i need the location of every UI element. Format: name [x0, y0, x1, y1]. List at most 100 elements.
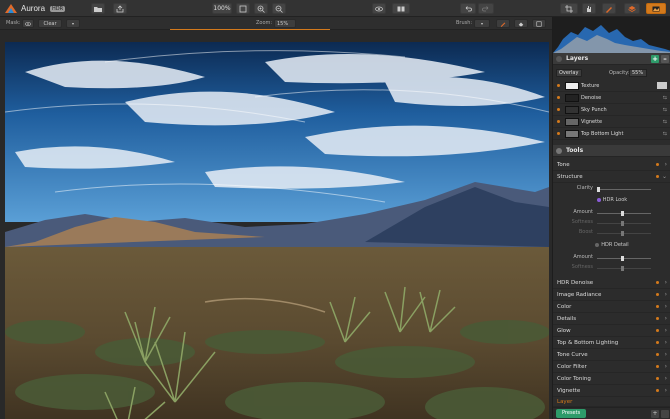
mask-options-dropdown[interactable]: ▾	[66, 19, 80, 28]
presets-button[interactable]: Presets	[556, 409, 587, 418]
detail-softness-slider[interactable]: Softness	[553, 264, 670, 274]
layer-row[interactable]: Denoise ⇆	[553, 92, 670, 104]
remove-layer-button[interactable]: –	[661, 55, 669, 63]
clarity-slider[interactable]: Clarity	[553, 185, 670, 195]
layer-row[interactable]: Texture	[553, 80, 670, 92]
chevron-right-icon: ›	[664, 303, 667, 310]
amount-slider[interactable]: Amount	[553, 209, 670, 219]
slider-track[interactable]	[597, 268, 651, 269]
tool-color[interactable]: Color ›	[553, 301, 670, 313]
tool-layer[interactable]: Layer	[553, 397, 670, 407]
compare-button[interactable]	[392, 3, 410, 14]
layers-header[interactable]: Layers + –	[553, 53, 670, 65]
layers-toggle-button[interactable]	[624, 3, 640, 14]
fit-screen-button[interactable]	[236, 3, 250, 14]
zoom-in-button[interactable]	[254, 3, 268, 14]
image-canvas[interactable]	[0, 30, 552, 419]
layer-image-icon[interactable]	[657, 82, 667, 89]
detail-amount-slider[interactable]: Amount	[553, 254, 670, 264]
chevron-right-icon: ›	[664, 339, 667, 346]
mask-visibility-button[interactable]	[22, 19, 34, 28]
share-button[interactable]	[113, 3, 127, 14]
slider-label: Softness	[571, 264, 593, 270]
layer-row[interactable]: Vignette ⇆	[553, 116, 670, 128]
tool-image-radiance[interactable]: Image Radiance ›	[553, 289, 670, 301]
tool-enabled-icon[interactable]	[656, 281, 659, 284]
zoom-out-button[interactable]	[272, 3, 286, 14]
fill-mask-button[interactable]	[532, 19, 546, 28]
slider-track[interactable]	[597, 213, 651, 214]
layer-visibility-icon[interactable]	[557, 132, 560, 135]
tool-top-bottom-lighting[interactable]: Top & Bottom Lighting ›	[553, 337, 670, 349]
tool-enabled-icon[interactable]	[656, 353, 659, 356]
opacity-input[interactable]: 55%	[629, 69, 647, 77]
presets-toggle-button[interactable]	[646, 3, 666, 14]
open-folder-button[interactable]	[91, 3, 105, 14]
tool-tone[interactable]: Tone ›	[553, 159, 670, 171]
slider-knob[interactable]	[597, 187, 600, 192]
layer-visibility-icon[interactable]	[557, 96, 560, 99]
layer-settings-icon[interactable]: ⇆	[663, 131, 667, 137]
tool-details[interactable]: Details ›	[553, 313, 670, 325]
tool-enabled-icon[interactable]	[656, 163, 659, 166]
layers-icon	[628, 5, 636, 12]
slider-knob[interactable]	[621, 256, 624, 261]
tool-enabled-icon[interactable]	[656, 293, 659, 296]
brush-icon	[606, 6, 612, 13]
layer-row[interactable]: Top Bottom Light ⇆	[553, 128, 670, 140]
boost-slider[interactable]: Boost	[553, 229, 670, 239]
slider-knob[interactable]	[621, 221, 624, 226]
tool-glow[interactable]: Glow ›	[553, 325, 670, 337]
histogram	[553, 17, 670, 53]
zoom-select[interactable]: 15%	[274, 19, 296, 28]
zoom-value-button[interactable]: 100%	[212, 3, 232, 14]
slider-knob[interactable]	[621, 231, 624, 236]
redo-button[interactable]	[478, 3, 494, 14]
tool-vignette[interactable]: Vignette ›	[553, 385, 670, 397]
tool-enabled-icon[interactable]	[656, 389, 659, 392]
crop-icon	[565, 4, 573, 13]
layer-settings-icon[interactable]: ⇆	[663, 107, 667, 113]
slider-track[interactable]	[597, 223, 651, 224]
slider-track[interactable]	[597, 189, 651, 190]
layer-settings-icon[interactable]: ⇆	[663, 119, 667, 125]
slider-track[interactable]	[597, 233, 651, 234]
slider-knob[interactable]	[621, 211, 624, 216]
tool-color-toning[interactable]: Color Toning ›	[553, 373, 670, 385]
layer-settings-icon[interactable]: ⇆	[663, 95, 667, 101]
slider-track[interactable]	[597, 258, 651, 259]
collapse-icon	[556, 56, 562, 62]
clear-mask-button[interactable]: Clear	[38, 19, 62, 28]
tool-color-filter[interactable]: Color Filter ›	[553, 361, 670, 373]
brush-tool-button[interactable]	[602, 3, 616, 14]
softness-slider[interactable]: Softness	[553, 219, 670, 229]
export-button[interactable]: +	[651, 410, 659, 418]
layer-visibility-icon[interactable]	[557, 120, 560, 123]
add-layer-button[interactable]: +	[651, 55, 659, 63]
eraser-button[interactable]	[514, 19, 528, 28]
tool-hdr-denoise[interactable]: HDR Denoise ›	[553, 277, 670, 289]
hand-tool-button[interactable]	[582, 3, 596, 14]
tool-enabled-icon[interactable]	[656, 377, 659, 380]
tool-label: Structure	[557, 174, 583, 180]
tool-enabled-icon[interactable]	[656, 341, 659, 344]
layer-row[interactable]: Sky Punch ⇆	[553, 104, 670, 116]
tool-enabled-icon[interactable]	[656, 305, 659, 308]
tool-enabled-icon[interactable]	[656, 329, 659, 332]
tools-header[interactable]: Tools	[553, 145, 670, 157]
grid-view-button[interactable]	[661, 410, 669, 418]
brush-paint-button[interactable]	[496, 19, 510, 28]
preview-button[interactable]	[372, 3, 386, 14]
tool-enabled-icon[interactable]	[656, 175, 659, 178]
brush-options-dropdown[interactable]: ▾	[474, 19, 490, 28]
tool-tone-curve[interactable]: Tone Curve ›	[553, 349, 670, 361]
crop-tool-button[interactable]	[560, 3, 578, 14]
tool-enabled-icon[interactable]	[656, 317, 659, 320]
blend-mode-select[interactable]: Overlay	[556, 69, 582, 77]
slider-knob[interactable]	[621, 266, 624, 271]
layer-visibility-icon[interactable]	[557, 84, 560, 87]
tool-enabled-icon[interactable]	[656, 365, 659, 368]
tool-structure[interactable]: Structure ⌄	[553, 171, 670, 183]
undo-button[interactable]	[460, 3, 476, 14]
layer-visibility-icon[interactable]	[557, 108, 560, 111]
